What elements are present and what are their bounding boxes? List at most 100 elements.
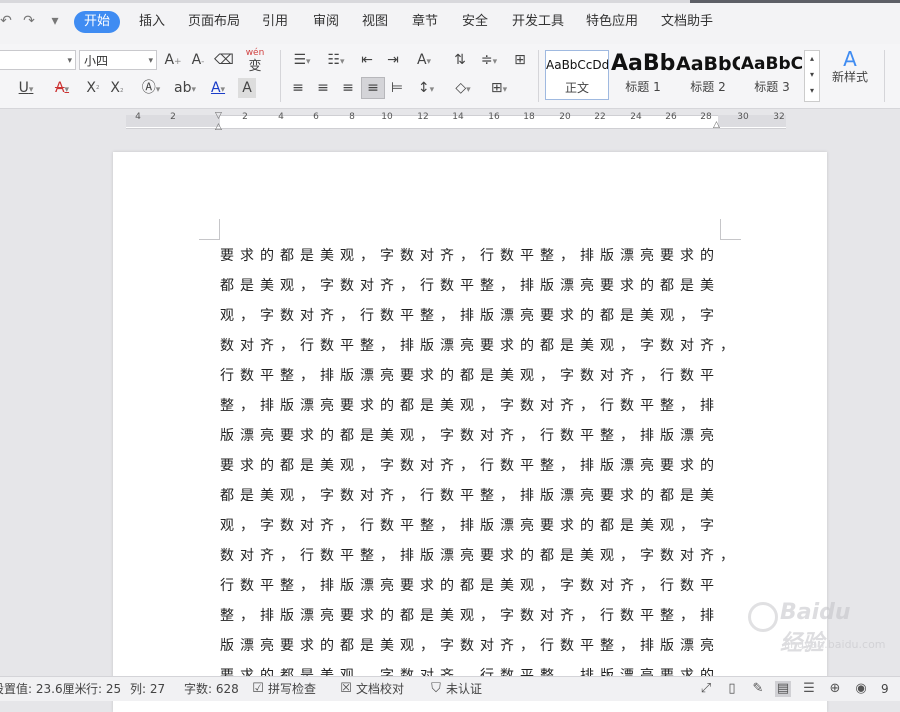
tab-9[interactable]: 特色应用 <box>580 11 644 33</box>
text-line[interactable]: 版漂亮要求的都是美观，字数对齐，行数平整，排版漂亮 <box>220 421 720 451</box>
page-view-icon[interactable]: ▤ <box>775 681 791 697</box>
redo-icon[interactable]: ↷ <box>21 13 37 29</box>
numbered-list-icon[interactable]: ☷▾ <box>322 50 350 70</box>
tab-7[interactable]: 安全 <box>456 11 494 33</box>
first-line-indent-marker[interactable]: ▽ <box>215 111 222 121</box>
pinyin-text: wén <box>245 48 265 58</box>
shrink-font-icon[interactable]: A- <box>188 50 208 70</box>
col-indicator: 列: 27 <box>130 682 166 696</box>
styles-scroll[interactable]: ▴ ▾ ▾ <box>804 50 820 102</box>
title-strip-dark <box>690 0 900 3</box>
fullscreen-icon[interactable]: ⤢ <box>698 681 714 697</box>
style-heading-3[interactable]: AaBbC 标题 3 <box>740 50 804 100</box>
superscript-icon[interactable]: X² <box>84 78 102 98</box>
text-line[interactable]: 观，字数对齐，行数平整，排版漂亮要求的都是美观，字 <box>220 301 720 331</box>
style-preview: AaBbC <box>676 53 740 75</box>
bullet-list-icon[interactable]: ☰▾ <box>288 50 316 70</box>
left-indent-marker[interactable]: △ <box>215 122 222 132</box>
tab-1[interactable]: 插入 <box>133 11 171 33</box>
tab-0[interactable]: 开始 <box>74 11 121 33</box>
proofread-icon: ☒ <box>340 681 352 696</box>
text-line[interactable]: 整，排版漂亮要求的都是美观，字数对齐，行数平整，排 <box>220 601 720 631</box>
justify-icon[interactable]: ≡ <box>361 77 385 99</box>
char-shading-icon[interactable]: A <box>238 78 256 98</box>
text-effect-icon[interactable]: Ⓐ▾ <box>138 78 164 98</box>
tab-8[interactable]: 开发工具 <box>506 11 570 33</box>
chevron-down-icon: ▾ <box>148 56 153 66</box>
text-line[interactable]: 都是美观，字数对齐，行数平整，排版漂亮要求的都是美 <box>220 481 720 511</box>
style-label: 标题 3 <box>754 80 790 94</box>
increase-indent-icon[interactable]: ⇥ <box>383 50 403 70</box>
margin-corner <box>199 219 220 240</box>
text-line[interactable]: 数对齐，行数平整，排版漂亮要求的都是美观，字数对齐， <box>220 541 734 571</box>
clear-format-icon[interactable]: ⌫ <box>214 50 234 70</box>
line-spacing-icon[interactable]: ↕▾ <box>412 78 440 98</box>
document-page[interactable]: 要求的都是美观，字数对齐，行数平整，排版漂亮要求的 都是美观，字数对齐，行数平整，… <box>113 152 827 712</box>
text-line[interactable]: 行数平整，排版漂亮要求的都是美观，字数对齐，行数平 <box>220 361 720 391</box>
web-view-icon[interactable]: ⊕ <box>827 681 843 697</box>
horizontal-ruler[interactable]: 4 2 2 4 6 8 10 12 14 16 18 20 22 24 26 28 30 32 ▽ △ △ <box>0 109 900 133</box>
shading-icon[interactable]: ◇▾ <box>448 78 478 98</box>
reading-mode-icon[interactable]: ▯ <box>724 681 740 697</box>
subscript-icon[interactable]: X₂ <box>108 78 126 98</box>
text-line[interactable]: 观，字数对齐，行数平整，排版漂亮要求的都是美观，字 <box>220 511 720 541</box>
style-preview: AaBb <box>611 51 675 76</box>
decrease-indent-icon[interactable]: ⇤ <box>357 50 377 70</box>
text-line[interactable]: 行数平整，排版漂亮要求的都是美观，字数对齐，行数平 <box>220 571 720 601</box>
distributed-icon[interactable]: ⊨ <box>387 78 407 98</box>
document-body[interactable]: 要求的都是美观，字数对齐，行数平整，排版漂亮要求的 都是美观，字数对齐，行数平整，… <box>220 241 734 691</box>
strikethrough-icon[interactable]: A▾ <box>48 78 76 98</box>
status-bar: 设置值: 23.6厘米 行: 25 列: 27 字数: 628 ☑ 拼写检查 ☒… <box>0 676 900 701</box>
style-normal[interactable]: AaBbCcDd 正文 <box>545 50 609 100</box>
align-center-icon[interactable]: ≡ <box>313 78 333 98</box>
word-count[interactable]: 字数: 628 <box>184 680 239 698</box>
text-line[interactable]: 整，排版漂亮要求的都是美观，字数对齐，行数平整，排 <box>220 391 720 421</box>
font-color-icon[interactable]: A▾ <box>205 78 231 98</box>
align-right-icon[interactable]: ≡ <box>338 78 358 98</box>
ruler-number: 8 <box>349 112 355 122</box>
text-direction-icon[interactable]: A▾ <box>410 50 438 70</box>
tab-4[interactable]: 审阅 <box>307 11 345 33</box>
outline-view-icon[interactable]: ☰ <box>801 681 817 697</box>
sort-icon[interactable]: ⇅ <box>450 50 470 70</box>
align-left-icon[interactable]: ≡ <box>288 78 308 98</box>
style-heading-2[interactable]: AaBbC 标题 2 <box>676 50 740 100</box>
grow-font-icon[interactable]: A+ <box>163 50 183 70</box>
proofread-button[interactable]: 文档校对 <box>356 680 404 698</box>
pinyin-guide-button[interactable]: wén 变 <box>242 46 268 74</box>
auth-status[interactable]: 未认证 <box>446 680 482 698</box>
row-indicator: 行: 25 <box>86 682 122 696</box>
text-line[interactable]: 版漂亮要求的都是美观，字数对齐，行数平整，排版漂亮 <box>220 631 720 661</box>
zoom-level[interactable]: 9 <box>881 680 889 698</box>
quick-access-more-icon[interactable]: ▾ <box>47 13 63 29</box>
tab-6[interactable]: 章节 <box>406 11 444 33</box>
underline-icon[interactable]: U▾ <box>14 78 38 98</box>
undo-icon[interactable]: ↶ <box>0 13 14 29</box>
font-name-select[interactable]: ▾ <box>0 50 76 70</box>
tab-10[interactable]: 文档助手 <box>655 11 719 33</box>
highlight-icon[interactable]: ab▾ <box>170 78 200 98</box>
ribbon-toolbar: ▾ 小四 ▾ A+ A- ⌫ wén 变 U▾ A▾ X² X₂ Ⓐ▾ ab▾ A… <box>0 44 900 109</box>
tab-2[interactable]: 页面布局 <box>182 11 246 33</box>
table-border-icon[interactable]: ⊞ <box>510 50 530 70</box>
ruler-number: 6 <box>313 112 319 122</box>
pinyin-char: 变 <box>248 59 262 74</box>
style-label: 标题 2 <box>690 80 726 94</box>
right-indent-marker[interactable]: △ <box>713 120 720 130</box>
text-line[interactable]: 都是美观，字数对齐，行数平整，排版漂亮要求的都是美 <box>220 271 720 301</box>
tab-3[interactable]: 引用 <box>256 11 294 33</box>
watermark-url: jingyan.baidu.com <box>784 638 886 651</box>
text-line[interactable]: 要求的都是美观，字数对齐，行数平整，排版漂亮要求的 <box>220 451 720 481</box>
show-marks-icon[interactable]: ≑▾ <box>476 50 502 70</box>
eye-protection-icon[interactable]: ◉ <box>853 681 869 697</box>
tab-5[interactable]: 视图 <box>356 11 394 33</box>
new-style-button[interactable]: A 新样式 <box>824 49 876 100</box>
font-size-select[interactable]: 小四 ▾ <box>79 50 157 70</box>
ruler-number: 16 <box>488 112 500 122</box>
spell-check-button[interactable]: 拼写检查 <box>268 680 316 698</box>
border-icon[interactable]: ⊞▾ <box>484 78 514 98</box>
text-line[interactable]: 要求的都是美观，字数对齐，行数平整，排版漂亮要求的 <box>220 241 720 271</box>
text-line[interactable]: 数对齐，行数平整，排版漂亮要求的都是美观，字数对齐， <box>220 331 734 361</box>
style-heading-1[interactable]: AaBb 标题 1 <box>611 50 675 100</box>
edit-mode-icon[interactable]: ✎ <box>750 681 766 697</box>
